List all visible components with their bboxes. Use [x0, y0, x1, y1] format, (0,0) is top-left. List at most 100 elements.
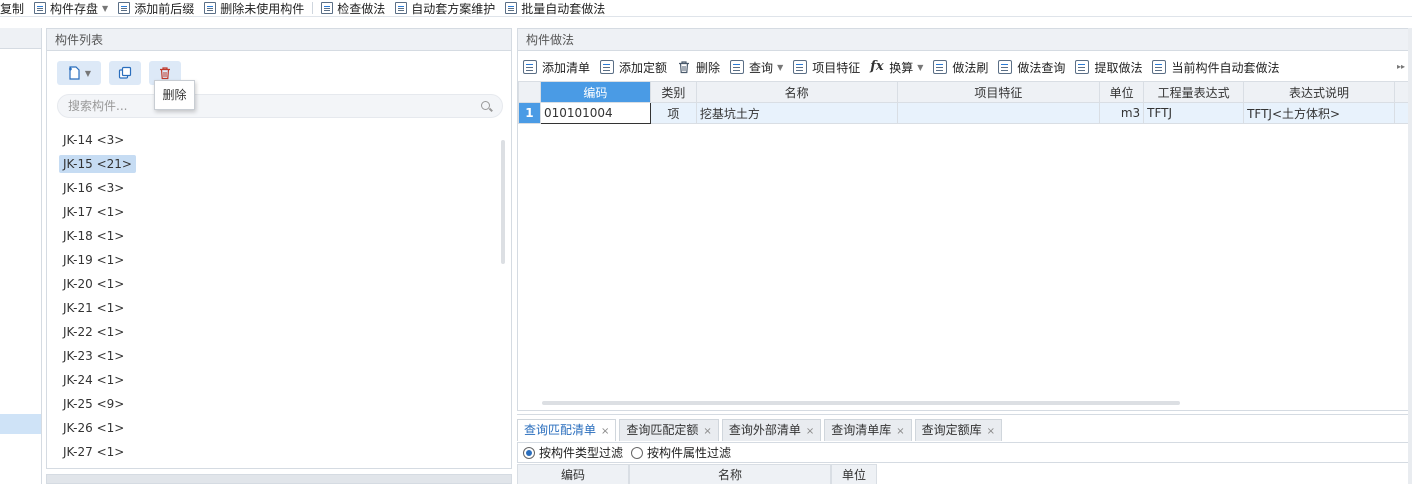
- new-component-button[interactable]: ▼: [57, 61, 101, 85]
- trash-icon: [160, 67, 170, 80]
- fx-icon: fx: [870, 59, 885, 74]
- search-icon[interactable]: [481, 101, 490, 110]
- tab-match-list[interactable]: 查询匹配清单 ×: [517, 419, 617, 441]
- method-query-button[interactable]: 做法查询: [993, 53, 1070, 81]
- list-item[interactable]: JK-25 <9>: [59, 392, 499, 416]
- row-number[interactable]: 1: [518, 102, 541, 124]
- extract-method-label: 提取做法: [1094, 60, 1143, 75]
- save-component-label: 构件存盘: [50, 1, 99, 16]
- delete-method-button[interactable]: 删除: [672, 53, 725, 81]
- close-icon[interactable]: ×: [896, 426, 904, 437]
- left-tree-selected-row[interactable]: [0, 414, 41, 434]
- list-item[interactable]: JK-24 <1>: [59, 368, 499, 392]
- cell-name[interactable]: 挖基坑土方: [695, 102, 898, 124]
- copy-button[interactable]: 复制: [0, 0, 29, 16]
- component-panel-footer: [46, 474, 512, 484]
- list-item[interactable]: JK-21 <1>: [59, 296, 499, 320]
- method-query-label: 做法查询: [1017, 60, 1066, 75]
- delete-method-label: 删除: [696, 60, 721, 75]
- cell-unit[interactable]: m3: [1099, 102, 1145, 124]
- query-tabs: 查询匹配清单 × 查询匹配定额 × 查询外部清单 × 查询清单库 × 查询定额库 ×: [517, 419, 1003, 441]
- tab-quota-library[interactable]: 查询定额库 ×: [914, 419, 1003, 441]
- toolbar-overflow-icon[interactable]: ▸▸: [1397, 62, 1405, 71]
- query-panel: 查询匹配清单 × 查询匹配定额 × 查询外部清单 × 查询清单库 × 查询定额库 × 按构…: [517, 414, 1412, 484]
- add-list-button[interactable]: 添加清单: [518, 53, 595, 81]
- method-table-scrollbar[interactable]: [542, 401, 1180, 405]
- left-tree-header: [0, 28, 41, 49]
- chevron-down-icon[interactable]: ▼: [85, 69, 91, 78]
- chevron-down-icon[interactable]: ▼: [102, 4, 108, 13]
- tab-external-list[interactable]: 查询外部清单 ×: [721, 419, 822, 441]
- list-item[interactable]: JK-20 <1>: [59, 272, 499, 296]
- add-list-icon: [523, 60, 537, 74]
- delete-unused-icon: [204, 2, 217, 14]
- chevron-down-icon[interactable]: ▼: [777, 63, 783, 72]
- column-header-code[interactable]: 编码: [539, 81, 651, 103]
- filter-by-type-radio[interactable]: 按构件类型过滤: [523, 444, 623, 461]
- column-header-feature[interactable]: 项目特征: [896, 81, 1101, 103]
- auto-apply-method-button[interactable]: 当前构件自动套做法: [1147, 53, 1284, 81]
- close-icon[interactable]: ×: [703, 426, 711, 437]
- query-column-unit[interactable]: 单位: [831, 464, 877, 484]
- list-item[interactable]: JK-14 <3>: [59, 128, 499, 152]
- radio-selected-icon: [523, 446, 535, 459]
- delete-unused-button[interactable]: 删除未使用构件: [199, 0, 309, 16]
- cell-expression-desc[interactable]: TFTJ<土方体积>: [1243, 102, 1395, 124]
- copy-component-button[interactable]: [109, 61, 141, 85]
- list-item[interactable]: JK-26 <1>: [59, 416, 499, 440]
- check-method-icon: [321, 2, 334, 14]
- list-item[interactable]: JK-16 <3>: [59, 176, 499, 200]
- save-component-button[interactable]: 构件存盘 ▼: [29, 0, 113, 16]
- method-brush-button[interactable]: 做法刷: [928, 53, 993, 81]
- convert-button[interactable]: fx 换算 ▼: [865, 53, 928, 81]
- filter-row: 按构件类型过滤 按构件属性过滤: [517, 442, 1410, 463]
- query-column-name[interactable]: 名称: [629, 464, 831, 484]
- tab-match-quota[interactable]: 查询匹配定额 ×: [619, 419, 719, 441]
- list-item[interactable]: JK-23 <1>: [59, 344, 499, 368]
- list-item[interactable]: JK-27 <1>: [59, 440, 499, 464]
- cell-category[interactable]: 项: [649, 102, 697, 124]
- extract-method-button[interactable]: 提取做法: [1070, 53, 1147, 81]
- column-header-category[interactable]: 类别: [649, 81, 697, 103]
- filter-by-attr-label: 按构件属性过滤: [647, 446, 732, 460]
- extract-method-icon: [1075, 60, 1090, 74]
- component-list-scrollbar[interactable]: [501, 140, 505, 264]
- column-header-expression-desc[interactable]: 表达式说明: [1243, 81, 1395, 103]
- column-header-unit[interactable]: 单位: [1099, 81, 1145, 103]
- cell-expression[interactable]: TFTJ: [1143, 102, 1245, 124]
- search-box: [57, 94, 503, 118]
- close-icon[interactable]: ×: [806, 426, 814, 437]
- row-number-header: [518, 81, 541, 103]
- column-header-name[interactable]: 名称: [695, 81, 898, 103]
- add-prefix-suffix-button[interactable]: 添加前后缀: [113, 0, 199, 16]
- component-list-panel: 构件列表 ▼ 删除 JK-14 <3> JK-15 <21>: [46, 28, 512, 469]
- list-item[interactable]: JK-18 <1>: [59, 224, 499, 248]
- cell-code[interactable]: 010101004: [539, 102, 651, 124]
- column-header-expression[interactable]: 工程量表达式: [1143, 81, 1245, 103]
- list-item[interactable]: JK-17 <1>: [59, 200, 499, 224]
- top-toolbar: 复制 构件存盘 ▼ 添加前后缀 删除未使用构件 检查做法 自动套方案维护 批量自…: [0, 0, 1412, 17]
- query-column-code[interactable]: 编码: [517, 464, 629, 484]
- add-quota-button[interactable]: 添加定额: [595, 53, 672, 81]
- cell-feature[interactable]: [896, 102, 1101, 124]
- auto-scheme-maintain-button[interactable]: 自动套方案维护: [390, 0, 500, 16]
- search-input[interactable]: [58, 95, 458, 117]
- item-feature-button[interactable]: 项目特征: [788, 53, 865, 81]
- filter-by-attr-radio[interactable]: 按构件属性过滤: [631, 444, 731, 461]
- chevron-down-icon[interactable]: ▼: [917, 63, 923, 72]
- table-row[interactable]: 1 010101004 项 挖基坑土方 m3 TFTJ TFTJ<土方体积>: [518, 102, 1412, 124]
- method-query-icon: [998, 60, 1013, 74]
- batch-auto-apply-button[interactable]: 批量自动套做法: [500, 0, 610, 16]
- batch-auto-apply-label: 批量自动套做法: [521, 1, 606, 16]
- list-item[interactable]: JK-19 <1>: [59, 248, 499, 272]
- copy-icon: [118, 66, 132, 79]
- close-icon[interactable]: ×: [987, 426, 995, 437]
- query-button[interactable]: 查询 ▼: [725, 53, 788, 81]
- query-icon: [730, 60, 745, 74]
- list-item[interactable]: JK-22 <1>: [59, 320, 499, 344]
- close-icon[interactable]: ×: [601, 426, 609, 437]
- list-item-selected[interactable]: JK-15 <21>: [59, 152, 499, 176]
- check-method-button[interactable]: 检查做法: [316, 0, 390, 16]
- tab-list-library[interactable]: 查询清单库 ×: [824, 419, 912, 441]
- trash-icon: [679, 61, 690, 74]
